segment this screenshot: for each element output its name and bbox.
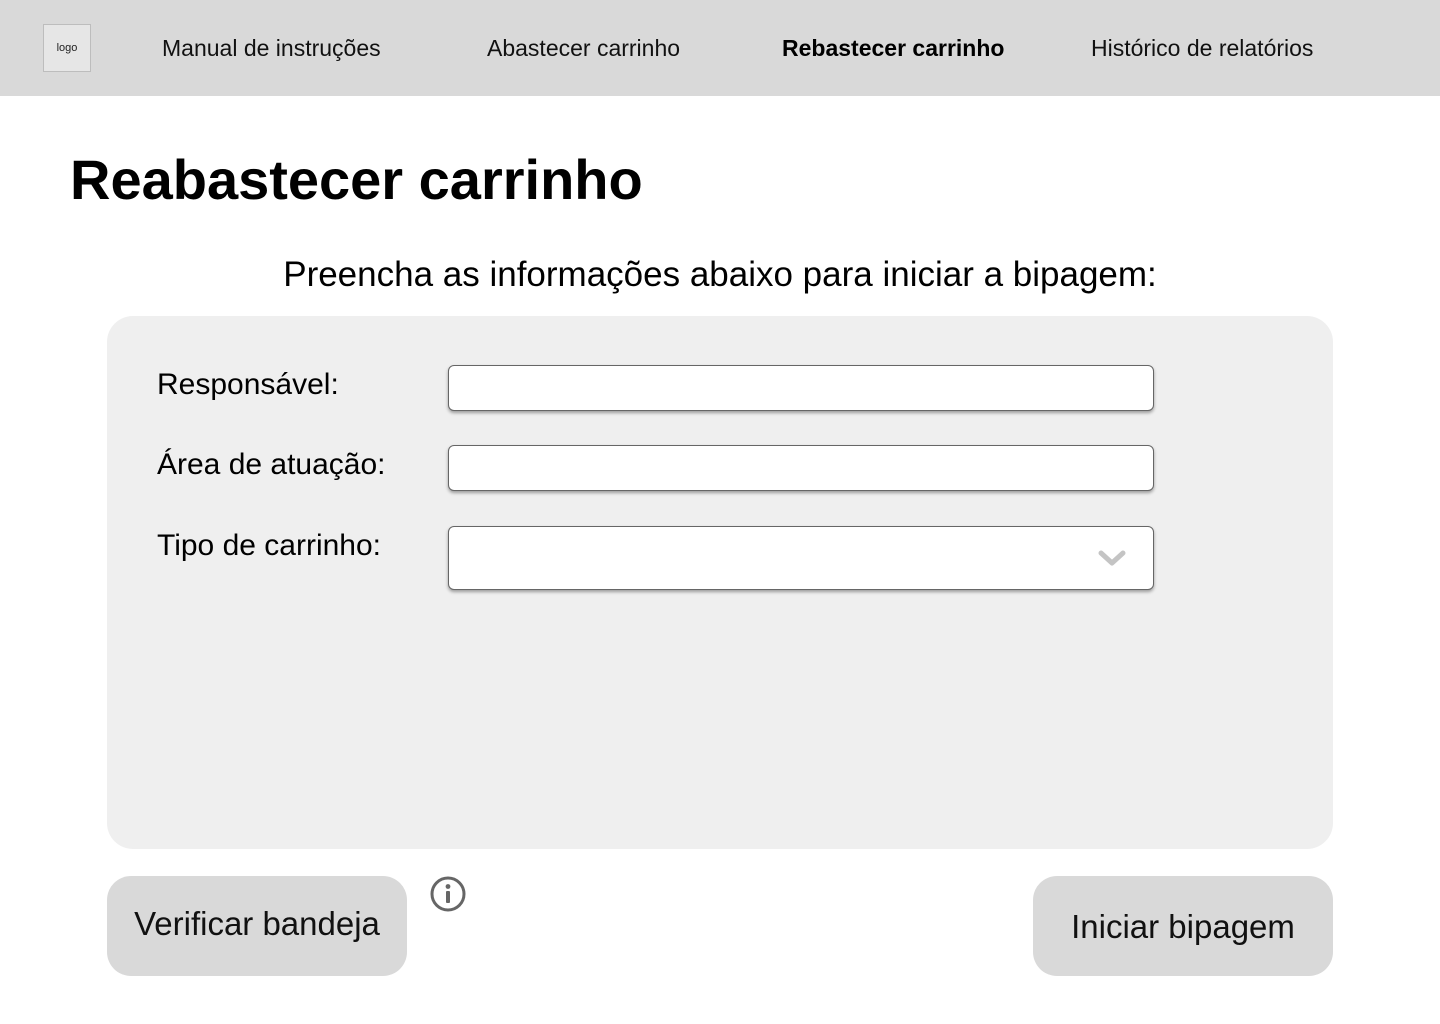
tipo-carrinho-select[interactable] bbox=[448, 526, 1154, 590]
tipo-carrinho-label: Tipo de carrinho: bbox=[157, 529, 382, 562]
nav-link-historico[interactable]: Histórico de relatórios bbox=[1091, 32, 1313, 64]
iniciar-bipagem-button[interactable]: Iniciar bipagem bbox=[1033, 876, 1333, 976]
info-icon[interactable] bbox=[430, 876, 466, 912]
logo[interactable]: logo bbox=[43, 24, 91, 72]
page-title: Reabastecer carrinho bbox=[70, 148, 643, 211]
area-atuacao-label: Área de atuação: bbox=[157, 448, 386, 481]
responsavel-input[interactable] bbox=[448, 365, 1154, 411]
verificar-bandeja-button[interactable]: Verificar bandeja bbox=[107, 876, 407, 976]
nav-link-manual[interactable]: Manual de instruções bbox=[162, 32, 381, 64]
area-atuacao-input[interactable] bbox=[448, 445, 1154, 491]
nav-link-rebastecer[interactable]: Rebastecer carrinho bbox=[782, 32, 1004, 64]
form-instructions: Preencha as informações abaixo para inic… bbox=[283, 255, 1157, 294]
top-nav-bar: logo Manual de instruções Abastecer carr… bbox=[0, 0, 1440, 96]
responsavel-label: Responsável: bbox=[157, 368, 339, 401]
nav-link-abastecer[interactable]: Abastecer carrinho bbox=[487, 32, 680, 64]
logo-text: logo bbox=[56, 42, 78, 54]
chevron-down-icon bbox=[1098, 550, 1126, 566]
